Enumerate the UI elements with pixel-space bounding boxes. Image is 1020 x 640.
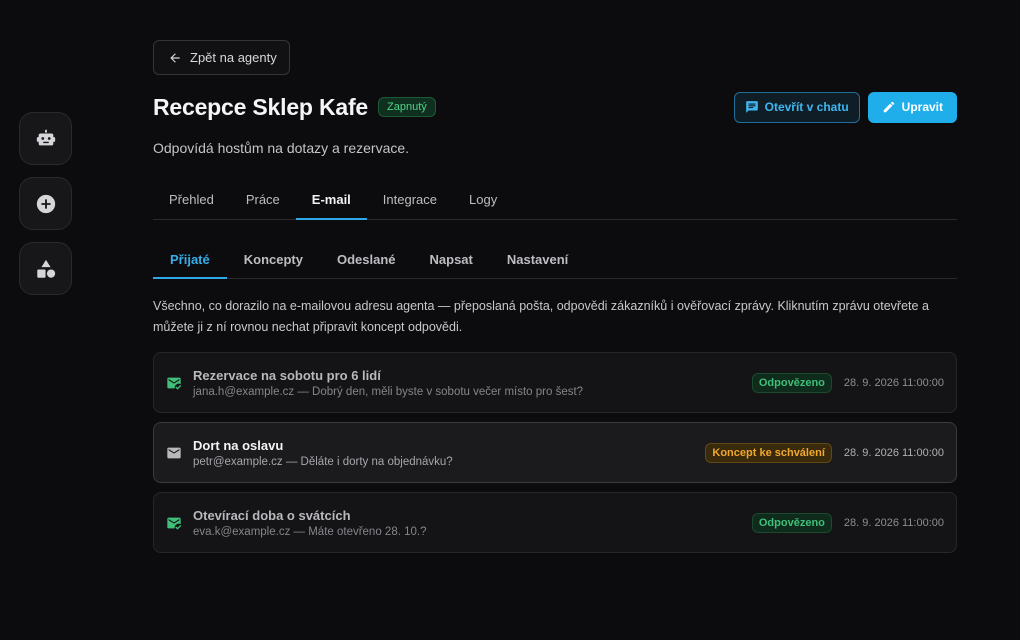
- shapes-icon: [36, 259, 55, 278]
- message-date: 28. 9. 2026 11:00:00: [843, 376, 944, 389]
- rail-shapes-button[interactable]: [19, 242, 72, 295]
- back-to-agents-button[interactable]: Zpět na agenty: [153, 40, 290, 75]
- subtab-drafts[interactable]: Koncepty: [227, 242, 320, 278]
- agent-header: Recepce Sklep Kafe Zapnutý Otevřít v cha…: [153, 91, 957, 123]
- message-row[interactable]: Otevírací doba o svátcích eva.k@example.…: [153, 492, 957, 553]
- page-title: Recepce Sklep Kafe: [153, 93, 369, 120]
- inbox-description: Všechno, co dorazilo na e-mailovou adres…: [153, 299, 929, 334]
- rail-agents-button[interactable]: [19, 112, 72, 165]
- message-subject: Rezervace na sobotu pro 6 lidí: [193, 367, 381, 383]
- subtab-settings[interactable]: Nastavení: [490, 242, 585, 278]
- status-badge: Koncept ke schválení: [705, 442, 832, 463]
- mail-icon: [166, 445, 182, 461]
- tab-work[interactable]: Práce: [230, 182, 296, 219]
- message-date: 28. 9. 2026 11:00:00: [843, 446, 944, 459]
- message-body: Rezervace na sobotu pro 6 lidí jana.h@ex…: [193, 368, 752, 398]
- message-body: Otevírací doba o svátcích eva.k@example.…: [193, 508, 752, 538]
- mail-replied-icon: [166, 515, 182, 531]
- message-date: 28. 9. 2026 11:00:00: [843, 516, 944, 529]
- rail-add-button[interactable]: [19, 177, 72, 230]
- message-subject: Dort na oslavu: [193, 437, 284, 453]
- message-row[interactable]: Rezervace na sobotu pro 6 lidí jana.h@ex…: [153, 352, 957, 413]
- add-circle-icon: [36, 194, 55, 213]
- message-preview: eva.k@example.cz — Máte otevřeno 28. 10.…: [193, 525, 427, 538]
- pencil-icon: [883, 101, 894, 113]
- message-status-group: Odpovězeno 28. 9. 2026 11:00:00: [751, 372, 944, 393]
- message-subject: Otevírací doba o svátcích: [193, 507, 351, 523]
- status-badge: Odpovězeno: [751, 372, 832, 393]
- edit-label: Upravit: [901, 100, 943, 114]
- message-status-group: Odpovězeno 28. 9. 2026 11:00:00: [751, 512, 944, 533]
- subtab-compose[interactable]: Napsat: [413, 242, 490, 278]
- main-tabs: Přehled Práce E-mail Integrace Logy: [153, 182, 957, 220]
- message-row[interactable]: Dort na oslavu petr@example.cz — Děláte …: [153, 422, 957, 483]
- open-chat-button[interactable]: Otevřít v chatu: [733, 91, 860, 123]
- agent-description: Odpovídá hostům na dotazy a rezervace.: [153, 140, 410, 156]
- message-list: Rezervace na sobotu pro 6 lidí jana.h@ex…: [153, 352, 957, 553]
- message-body: Dort na oslavu petr@example.cz — Děláte …: [193, 438, 705, 468]
- message-preview: petr@example.cz — Děláte i dorty na obje…: [193, 455, 453, 468]
- main-content: Zpět na agenty Recepce Sklep Kafe Zapnut…: [153, 40, 957, 553]
- left-rail: [19, 112, 72, 295]
- tab-logs[interactable]: Logy: [453, 182, 513, 219]
- status-badge: Odpovězeno: [751, 512, 832, 533]
- tab-overview[interactable]: Přehled: [153, 182, 230, 219]
- tab-email[interactable]: E-mail: [295, 182, 367, 220]
- open-chat-label: Otevřít v chatu: [764, 100, 849, 114]
- email-subtabs: Přijaté Koncepty Odeslané Napsat Nastave…: [153, 242, 957, 279]
- chat-icon: [745, 101, 758, 113]
- title-group: Recepce Sklep Kafe Zapnutý: [153, 94, 436, 121]
- subtab-sent[interactable]: Odeslané: [320, 242, 413, 278]
- back-label: Zpět na agenty: [190, 50, 277, 65]
- mail-replied-icon: [166, 375, 182, 391]
- edit-button[interactable]: Upravit: [867, 91, 957, 123]
- robot-icon: [36, 129, 55, 145]
- status-badge: Zapnutý: [378, 97, 436, 117]
- subtab-received[interactable]: Přijaté: [153, 242, 227, 279]
- message-status-group: Koncept ke schválení 28. 9. 2026 11:00:0…: [705, 442, 944, 463]
- tab-integrations[interactable]: Integrace: [367, 182, 453, 219]
- message-preview: jana.h@example.cz — Dobrý den, měli byst…: [193, 385, 584, 398]
- arrow-left-icon: [170, 52, 180, 63]
- header-actions: Otevřít v chatu Upravit: [733, 91, 957, 123]
